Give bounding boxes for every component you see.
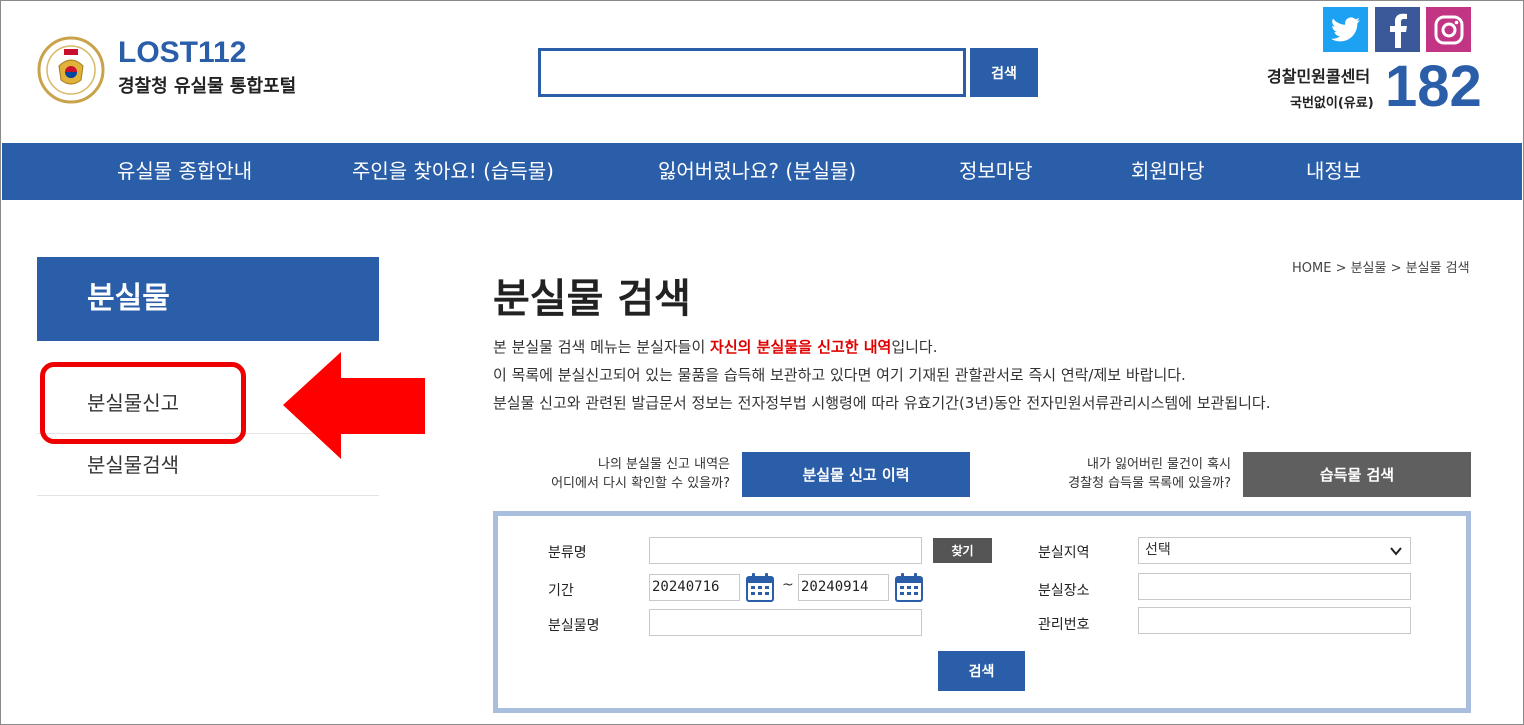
promo-text: 나의 분실물 신고 내역은: [598, 457, 730, 472]
nav-item-guide[interactable]: 유실물 종합안내: [117, 143, 252, 200]
promo-question-found: 내가 잃어버린 물건이 혹시 경찰청 습득물 목록에 있을까?: [1015, 455, 1231, 493]
instagram-icon[interactable]: [1426, 7, 1471, 52]
description-line-1: 본 분실물 검색 메뉴는 분실자들이 자신의 분실물을 신고한 내역입니다.: [493, 336, 938, 357]
twitter-icon[interactable]: [1323, 7, 1368, 52]
nav-item-member[interactable]: 회원마당: [1131, 143, 1205, 200]
nav-item-info[interactable]: 정보마당: [959, 143, 1033, 200]
calendar-icon[interactable]: [895, 572, 923, 602]
site-logo-title[interactable]: LOST112: [118, 36, 246, 70]
nav-item-found[interactable]: 주인을 찾아요! (습득물): [352, 143, 554, 200]
top-search-input[interactable]: [538, 48, 966, 97]
mgmt-number-input[interactable]: [1138, 607, 1411, 634]
calendar-icon[interactable]: [746, 572, 774, 602]
find-category-button[interactable]: 찾기: [933, 538, 992, 563]
date-to-input[interactable]: 20240914: [798, 574, 889, 601]
region-label: 분실지역: [1038, 545, 1090, 561]
date-separator: ~: [782, 577, 794, 593]
chevron-down-icon: [1390, 539, 1402, 572]
item-name-input[interactable]: [649, 609, 922, 636]
sidebar-heading: 분실물: [37, 257, 379, 341]
found-item-search-button[interactable]: 습득물 검색: [1243, 452, 1471, 497]
place-input[interactable]: [1138, 573, 1411, 600]
description-text: 본 분실물 검색 메뉴는 분실자들이: [493, 338, 711, 356]
page-title: 분실물 검색: [493, 276, 691, 322]
promo-text: 경찰청 습득물 목록에 있을까?: [1068, 476, 1231, 491]
description-line-3: 분실물 신고와 관련된 발급문서 정보는 전자정부법 시행령에 따라 유효기간(…: [493, 394, 1271, 412]
site-logo-subtitle[interactable]: 경찰청 유실물 통합포털: [118, 72, 296, 98]
period-label: 기간: [548, 583, 574, 599]
call-center-label: 경찰민원콜센터: [1267, 67, 1371, 86]
region-select-value: 선택: [1145, 542, 1171, 558]
mgmt-number-label: 관리번호: [1038, 617, 1090, 633]
red-arrow-icon: [283, 352, 429, 466]
top-search-button[interactable]: 검색: [970, 48, 1038, 97]
description-line-2: 이 목록에 분실신고되어 있는 물품을 습득해 보관하고 있다면 여기 기재된 …: [493, 366, 1186, 384]
lost-report-history-button[interactable]: 분실물 신고 이력: [742, 452, 970, 497]
call-center-sub: 국번없이(유료): [1290, 96, 1374, 111]
description-text: 입니다.: [891, 338, 938, 356]
promo-text: 내가 잃어버린 물건이 혹시: [1087, 457, 1231, 472]
region-select[interactable]: 선택: [1138, 537, 1411, 564]
date-from-input[interactable]: 20240716: [649, 574, 740, 601]
search-submit-button[interactable]: 검색: [938, 651, 1025, 691]
category-input[interactable]: [649, 537, 922, 564]
promo-text: 어디에서 다시 확인할 수 있을까?: [551, 476, 730, 491]
description-highlight: 자신의 분실물을 신고한 내역: [710, 338, 892, 356]
main-nav: 유실물 종합안내 주인을 찾아요! (습득물) 잃어버렸나요? (분실물) 정보…: [2, 143, 1522, 200]
facebook-icon[interactable]: [1375, 7, 1420, 52]
breadcrumb: HOME > 분실물 > 분실물 검색: [1292, 261, 1470, 276]
call-center-number: 182: [1385, 54, 1482, 119]
place-label: 분실장소: [1038, 583, 1090, 599]
nav-item-lost[interactable]: 잃어버렸나요? (분실물): [658, 143, 856, 200]
category-label: 분류명: [548, 545, 587, 561]
nav-item-mypage[interactable]: 내정보: [1306, 143, 1361, 200]
police-emblem-icon[interactable]: [37, 36, 105, 104]
item-name-label: 분실물명: [548, 618, 600, 634]
highlight-box: [40, 362, 246, 444]
promo-question-history: 나의 분실물 신고 내역은 어디에서 다시 확인할 수 있을까?: [520, 455, 730, 493]
